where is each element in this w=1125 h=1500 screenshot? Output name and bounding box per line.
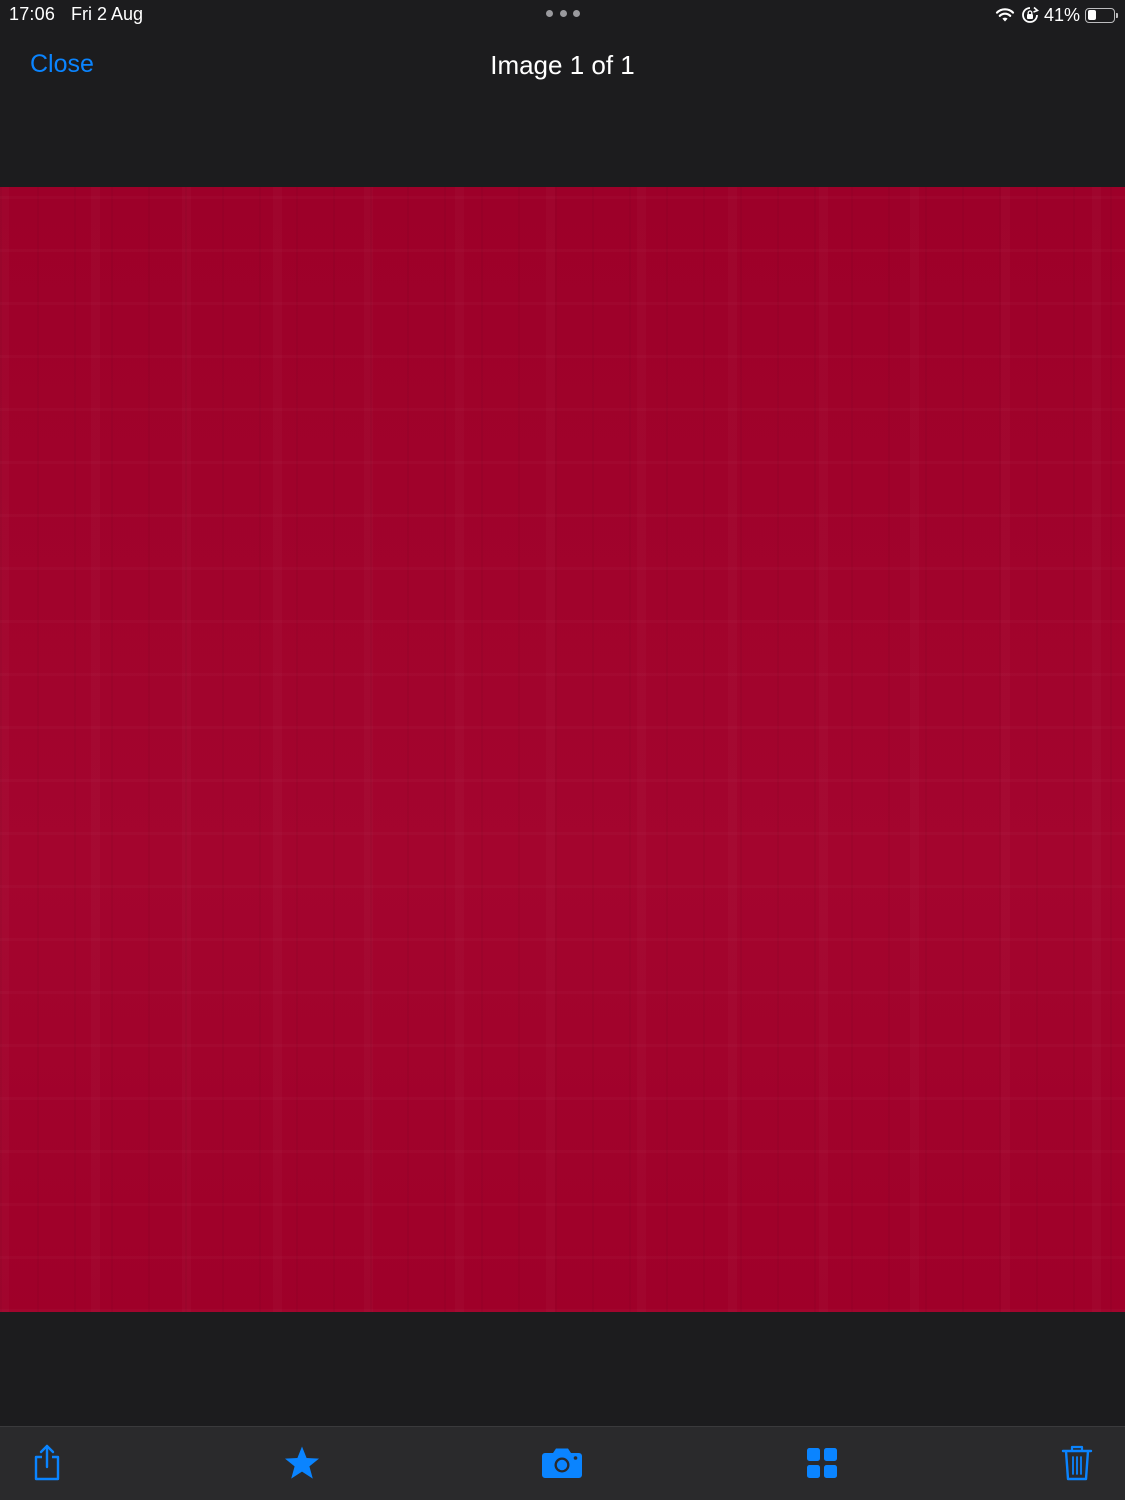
navigation-bar: Close Image 1 of 1 [0,30,1125,102]
star-icon [285,1446,319,1479]
dot-icon [573,10,580,17]
dot-icon [559,10,567,17]
share-button[interactable] [25,1441,69,1485]
battery-icon [1085,7,1118,23]
grid-button[interactable] [800,1441,844,1485]
dot-icon [546,10,553,17]
status-time: 17:06 [9,4,56,24]
status-date: Fri 2 Aug [71,4,144,24]
image-texture [0,187,1125,1312]
grid-icon [807,1448,837,1478]
bottom-toolbar [0,1426,1125,1500]
lock-rotation-icon [1022,6,1039,23]
multitasking-dots[interactable] [546,10,580,18]
camera-icon [542,1448,582,1478]
status-bar: 17:06 Fri 2 Aug 41% [0,0,1125,30]
photo-viewer-screen: 17:06 Fri 2 Aug 41% Close Image 1 of 1 [0,0,1125,1500]
camera-button[interactable] [540,1441,584,1485]
trash-icon [1061,1445,1093,1481]
page-title: Image 1 of 1 [490,50,635,80]
battery-fill [1087,10,1096,20]
photo-image[interactable] [0,187,1125,1312]
battery-percent: 41% [1043,4,1080,25]
wifi-icon [995,8,1015,22]
status-indicators: 41% [995,3,1118,27]
delete-button[interactable] [1055,1441,1099,1485]
share-icon [34,1444,60,1481]
favorite-button[interactable] [280,1441,324,1485]
